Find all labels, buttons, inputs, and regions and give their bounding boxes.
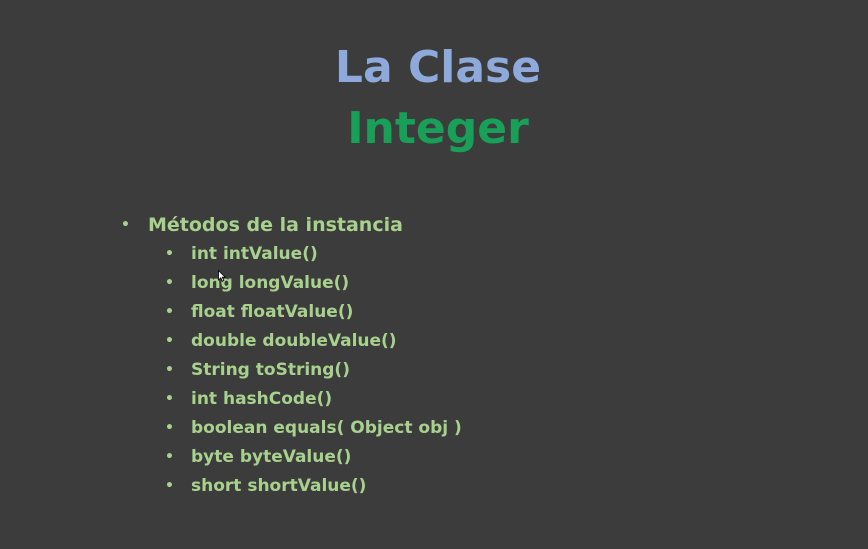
method-text: float floatValue(): [191, 302, 354, 322]
bullet-icon: •: [121, 217, 130, 233]
bullet-icon: •: [165, 420, 174, 436]
bullet-icon: •: [165, 246, 174, 262]
bullet-icon: •: [165, 449, 174, 465]
method-text: long longValue(): [191, 273, 350, 293]
bullet-icon: •: [165, 391, 174, 407]
bullet-icon: •: [165, 478, 174, 494]
method-text: boolean equals( Object obj ): [191, 418, 462, 438]
slide-title-line-1: La Clase: [334, 42, 542, 93]
mouse-pointer-icon: [218, 270, 226, 282]
method-text: int hashCode(): [191, 389, 333, 409]
method-text: int intValue(): [191, 244, 318, 264]
slide-title-line-2: Integer: [347, 103, 529, 154]
method-text: String toString(): [191, 360, 350, 380]
bullet-icon: •: [165, 275, 174, 291]
bullet-icon: •: [165, 304, 174, 320]
bullet-icon: •: [165, 362, 174, 378]
method-text: byte byteValue(): [191, 447, 352, 467]
method-text: short shortValue(): [191, 476, 367, 496]
presentation-slide: La Clase Integer • Métodos de la instanc…: [0, 0, 868, 549]
method-text: double doubleValue(): [191, 331, 397, 351]
bullet-icon: •: [165, 333, 174, 349]
bullet-text: Métodos de la instancia: [148, 214, 403, 236]
